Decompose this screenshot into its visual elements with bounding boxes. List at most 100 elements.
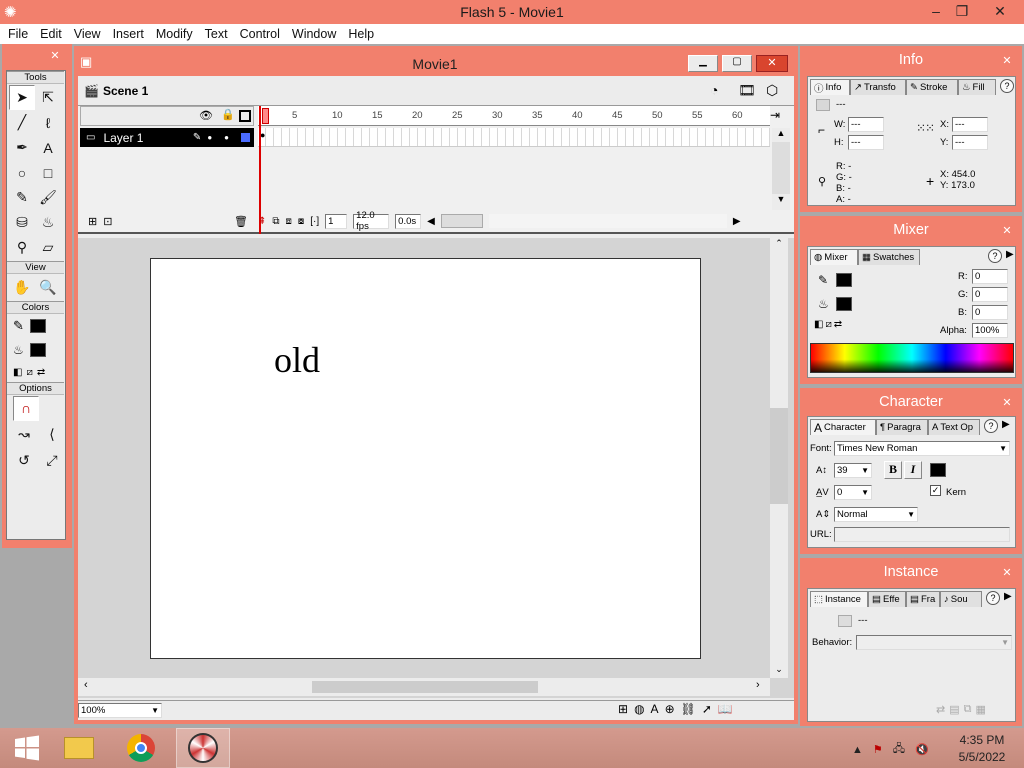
chrome-button[interactable] (114, 728, 168, 768)
playhead[interactable] (262, 108, 269, 124)
timeline-vscroll[interactable]: ▲ ▼ (772, 128, 790, 210)
mixer-color-modes-icon[interactable]: ◧⧄⇄ (814, 319, 844, 330)
stage-vscroll[interactable]: ⌃ ⌄ (770, 238, 788, 678)
restore-button[interactable]: ❐ (946, 0, 978, 22)
menu-file[interactable]: File (2, 27, 34, 41)
hand-tool-icon[interactable]: ✋ (9, 275, 35, 300)
mixer-fill-swatch[interactable] (836, 297, 852, 311)
kern-checkbox[interactable]: ✓ (930, 485, 941, 496)
menu-control[interactable]: Control (234, 27, 286, 41)
magnet-snap-icon[interactable]: ∩ (13, 395, 39, 421)
height-field[interactable]: --- (848, 135, 884, 150)
add-guide-layer-icon[interactable]: ⊡ (103, 215, 112, 228)
flash-app-icon[interactable]: ✺ (4, 3, 17, 21)
mixer-stroke-swatch[interactable] (836, 273, 852, 287)
y-field[interactable]: --- (952, 135, 988, 150)
center-frame-icon[interactable]: ⇞ (258, 216, 266, 227)
layer-name[interactable]: Layer 1 (103, 131, 143, 145)
mixer-launcher-icon[interactable]: ◍ (634, 702, 644, 716)
pencil-tool-icon[interactable]: ✎ (9, 185, 35, 210)
tab-stroke[interactable]: ✎ Stroke (906, 79, 958, 95)
movie-explorer-icon[interactable]: ⛓ (681, 702, 696, 716)
smooth-icon[interactable]: ↝ (11, 422, 37, 447)
edit-symbol-icon[interactable]: ▤ (949, 703, 959, 716)
tracking-field[interactable]: 0 ▼ (834, 485, 872, 500)
layer-outline-color[interactable] (241, 133, 250, 142)
lock-icon[interactable]: 🔒 (221, 108, 235, 121)
character-menu-icon[interactable]: ▶ (1002, 419, 1010, 435)
lock-dot[interactable]: ● (224, 133, 229, 142)
bold-button[interactable]: B (884, 461, 902, 479)
mixer-r-field[interactable]: 0 (972, 269, 1008, 284)
eye-icon[interactable]: 👁 (199, 109, 213, 122)
timeline-toggle-icon[interactable]: ◔ (710, 82, 718, 98)
menu-modify[interactable]: Modify (150, 27, 199, 41)
pen-tool-icon[interactable]: ✒ (9, 135, 35, 160)
ink-bottle-tool-icon[interactable]: ⛁ (9, 210, 35, 235)
stage-scroll-up-icon[interactable]: ⌃ (770, 238, 788, 252)
stage-scroll-left-icon[interactable]: ‹ (84, 679, 88, 691)
layer-frames[interactable]: ● (258, 128, 770, 147)
stage-hscroll-thumb[interactable] (312, 681, 538, 693)
tab-character[interactable]: A Character (810, 419, 876, 435)
edit-symbols-icon[interactable]: ⬡ (766, 82, 778, 99)
movie-close-button[interactable]: ✕ (756, 55, 788, 72)
info-close-button[interactable]: ✕ (998, 52, 1016, 68)
arrow-tool-icon[interactable]: ➤ (9, 85, 35, 110)
stage[interactable]: old (150, 258, 701, 659)
x-field[interactable]: --- (952, 117, 988, 132)
onion-skin-icon[interactable]: ⧉ (272, 216, 279, 227)
tab-info[interactable]: ⓘ Info (810, 79, 850, 95)
baseline-select[interactable]: Normal ▼ (834, 507, 918, 522)
eraser-tool-icon[interactable]: ▱ (35, 235, 61, 260)
outline-icon[interactable] (239, 110, 251, 122)
character-launcher-icon[interactable]: A (651, 702, 659, 716)
actions-launcher-icon[interactable]: ➚ (702, 702, 712, 716)
mixer-b-field[interactable]: 0 (972, 305, 1008, 320)
instance-launcher-icon[interactable]: ⊕ (665, 702, 675, 716)
menu-help[interactable]: Help (342, 27, 380, 41)
rectangle-tool-icon[interactable]: □ (35, 160, 61, 185)
stroke-color-swatch[interactable] (29, 319, 46, 333)
registration-icon[interactable]: ⌐ (818, 123, 825, 137)
no-color-icon[interactable]: ⧄ (26, 367, 32, 378)
stage-vscroll-thumb[interactable] (770, 408, 788, 504)
menu-window[interactable]: Window (286, 27, 342, 41)
text-color-swatch[interactable] (930, 463, 946, 477)
scale-icon[interactable]: ⤢ (39, 448, 65, 473)
scroll-right-icon[interactable]: ▶ (733, 216, 741, 227)
instance-menu-icon[interactable]: ▶ (1004, 591, 1012, 607)
edit-scene-icon[interactable]: 🎞 (738, 82, 756, 99)
stage-scroll-down-icon[interactable]: ⌄ (770, 664, 788, 678)
grid-position-icon[interactable]: ⁙⁙ (916, 121, 935, 135)
volume-icon[interactable]: 🔇 (915, 743, 929, 756)
stage-scroll-right-icon[interactable]: › (756, 679, 760, 691)
mixer-help-icon[interactable]: ? (988, 249, 1002, 263)
italic-button[interactable]: I (904, 461, 922, 479)
tab-transform[interactable]: ↗ Transfo (850, 79, 906, 95)
onion-markers-icon[interactable]: [·] (310, 216, 319, 227)
duplicate-symbol-icon[interactable]: ⧉ (964, 703, 972, 716)
instance-help-icon[interactable]: ? (986, 591, 1000, 605)
lasso-tool-icon[interactable]: ℓ (35, 110, 61, 135)
width-field[interactable]: --- (848, 117, 884, 132)
subselect-tool-icon[interactable]: ⇱ (35, 85, 61, 110)
eyedropper-tool-icon[interactable]: ⚲ (9, 235, 35, 260)
straighten-icon[interactable]: ⟨ (39, 422, 65, 447)
mixer-g-field[interactable]: 0 (972, 287, 1008, 302)
tab-effect[interactable]: ▤ Effe (868, 591, 906, 607)
brush-tool-icon[interactable]: 🖌 (35, 185, 61, 210)
rotate-icon[interactable]: ↺ (11, 448, 37, 473)
fill-color-swatch[interactable] (29, 343, 46, 357)
mixer-alpha-field[interactable]: 100% (972, 323, 1008, 338)
paint-bucket-tool-icon[interactable]: ♨ (35, 210, 61, 235)
file-explorer-button[interactable] (52, 728, 106, 768)
network-icon[interactable]: 🖧 (893, 740, 905, 759)
flash-taskbar-button[interactable] (176, 728, 230, 768)
tab-sound[interactable]: ♪ Sou (940, 591, 982, 607)
insert-layer-icon[interactable]: ⊞ (88, 215, 97, 228)
timeline-hscroll-thumb[interactable] (440, 214, 483, 228)
tab-mixer[interactable]: ◍ Mixer (810, 249, 858, 265)
menu-insert[interactable]: Insert (107, 27, 150, 41)
oval-tool-icon[interactable]: ○ (9, 160, 35, 185)
